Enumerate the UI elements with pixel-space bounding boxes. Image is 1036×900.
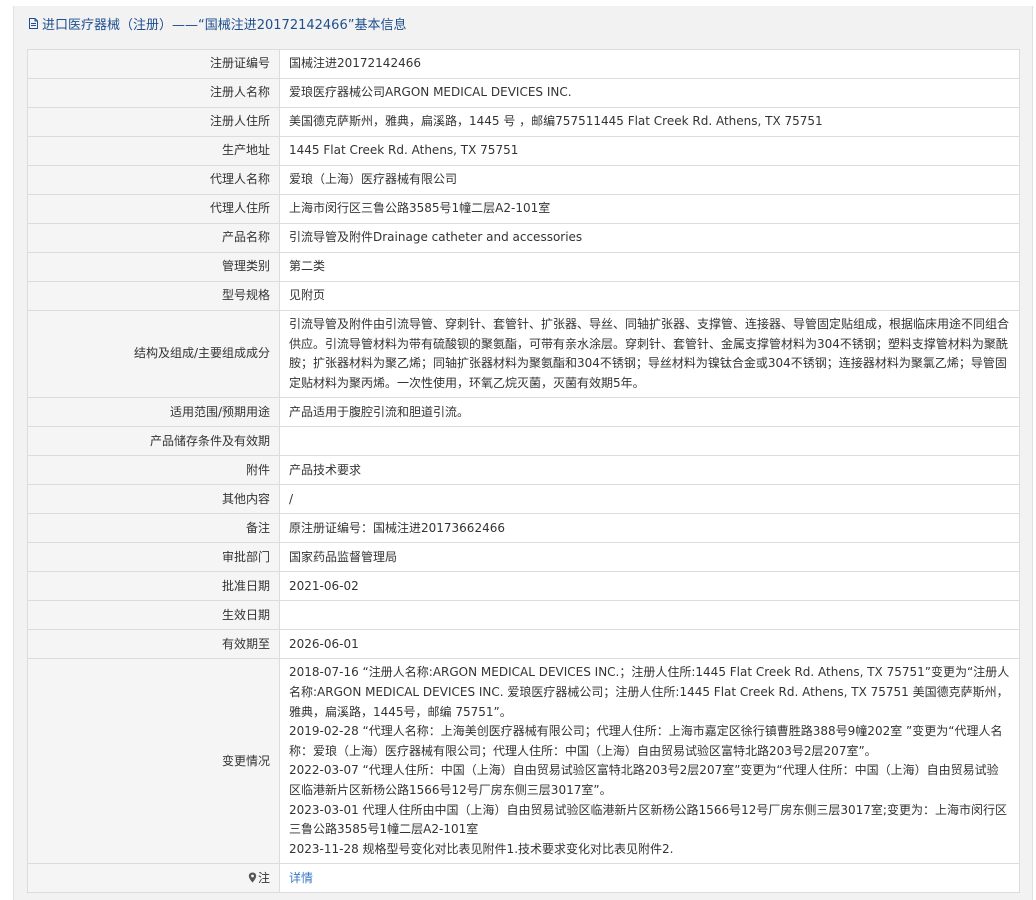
row-label: 生效日期	[27, 600, 280, 631]
map-pin-icon	[248, 872, 257, 883]
change-entry: 2023-11-28 规格型号变化对比表见附件1.技术要求变化对比表见附件2.	[289, 841, 674, 856]
note-value: 详情	[279, 863, 1020, 894]
row-label: 代理人住所	[27, 194, 280, 224]
row-value: 第二类	[279, 252, 1020, 282]
table-row: 附件 产品技术要求	[27, 455, 1020, 486]
row-label: 注册人名称	[27, 78, 280, 108]
table-row: 代理人住所 上海市闵行区三鲁公路3585号1幢二层A2-101室	[27, 194, 1020, 224]
row-value: /	[279, 484, 1020, 515]
row-value: 2026-06-01	[279, 629, 1020, 660]
row-value: 1445 Flat Creek Rd. Athens, TX 75751	[279, 136, 1020, 166]
row-label: 注册人住所	[27, 107, 280, 137]
table-row: 有效期至 2026-06-01	[27, 629, 1020, 660]
page-title: 进口医疗器械（注册）——“国械注进20172142466”基本信息	[42, 17, 407, 33]
row-label: 附件	[27, 455, 280, 486]
row-value: 引流导管及附件Drainage catheter and accessories	[279, 223, 1020, 253]
row-value: 爱琅医疗器械公司ARGON MEDICAL DEVICES INC.	[279, 78, 1020, 108]
row-value: 原注册证编号：国械注进20173662466	[279, 513, 1020, 544]
change-entry: 2022-03-07 “代理人住所：中国（上海）自由贸易试验区富特北路203号2…	[289, 763, 999, 797]
info-table: 注册证编号 国械注进20172142466 注册人名称 爱琅医疗器械公司ARGON M…	[27, 49, 1020, 894]
row-value: 产品适用于腹腔引流和胆道引流。	[279, 397, 1020, 428]
change-entry: 2019-02-28 “代理人名称：上海美创医疗器械有限公司；代理人住所：上海市…	[289, 724, 1003, 758]
row-value: 爱琅（上海）医疗器械有限公司	[279, 165, 1020, 195]
table-row: 注册人名称 爱琅医疗器械公司ARGON MEDICAL DEVICES INC.	[27, 78, 1020, 108]
row-value: 见附页	[279, 281, 1020, 311]
table-row: 备注 原注册证编号：国械注进20173662466	[27, 513, 1020, 544]
table-row: 适用范围/预期用途 产品适用于腹腔引流和胆道引流。	[27, 397, 1020, 428]
info-panel: 进口医疗器械（注册）——“国械注进20172142466”基本信息 注册证编号国…	[13, 6, 1033, 900]
note-label: 注	[257, 870, 270, 885]
table-row: 结构及组成/主要组成成分 引流导管及附件由引流导管、穿刺针、套管针、扩张器、导丝、…	[27, 309, 1020, 399]
row-label: 结构及组成/主要组成成分	[27, 309, 280, 399]
table-row: 代理人名称 爱琅（上海）医疗器械有限公司	[27, 165, 1020, 195]
table-row: 审批部门 国家药品监督管理局	[27, 542, 1020, 573]
row-label: 批准日期	[27, 571, 280, 602]
row-label: 有效期至	[27, 629, 280, 660]
row-label: 产品储存条件及有效期	[27, 426, 280, 457]
table-row: 生产地址 1445 Flat Creek Rd. Athens, TX 75751	[27, 136, 1020, 166]
row-value	[279, 426, 1020, 457]
row-value: 国械注进20172142466	[279, 49, 1020, 79]
row-value: 2021-06-02	[279, 571, 1020, 602]
row-label: 管理类别	[27, 252, 280, 282]
note-row: 注 详情	[27, 863, 1020, 894]
change-history-row: 变更情况 2018-07-16 “注册人名称:ARGON MEDICAL DEVI…	[27, 658, 1020, 865]
change-entry: 2023-03-01 代理人住所由中国（上海）自由贸易试验区临港新片区新杨公路1…	[289, 802, 1007, 837]
row-label: 其他内容	[27, 484, 280, 515]
row-value: 上海市闵行区三鲁公路3585号1幢二层A2-101室	[279, 194, 1020, 224]
note-label-cell: 注	[27, 863, 280, 894]
row-value: 引流导管及附件由引流导管、穿刺针、套管针、扩张器、导丝、同轴扩张器、支撑管、连接…	[279, 309, 1020, 399]
row-value	[279, 600, 1020, 631]
table-row: 注册证编号 国械注进20172142466	[27, 49, 1020, 79]
document-icon	[27, 17, 40, 30]
table-row: 产品名称 引流导管及附件Drainage catheter and accesso…	[27, 223, 1020, 253]
table-row: 生效日期	[27, 600, 1020, 631]
details-link[interactable]: 详情	[289, 871, 313, 885]
row-value: 产品技术要求	[279, 455, 1020, 486]
row-label: 代理人名称	[27, 165, 280, 195]
table-row: 产品储存条件及有效期	[27, 426, 1020, 457]
row-label: 型号规格	[27, 281, 280, 311]
row-label: 适用范围/预期用途	[27, 397, 280, 428]
table-row: 型号规格 见附页	[27, 281, 1020, 311]
row-label: 审批部门	[27, 542, 280, 573]
row-label: 产品名称	[27, 223, 280, 253]
row-value: 美国德克萨斯州，雅典，扁溪路，1445 号 ，邮编757511445 Flat …	[279, 107, 1020, 137]
change-history-label: 变更情况	[27, 658, 280, 865]
table-row: 注册人住所 美国德克萨斯州，雅典，扁溪路，1445 号 ，邮编757511445 …	[27, 107, 1020, 137]
change-entry: 2018-07-16 “注册人名称:ARGON MEDICAL DEVICES …	[289, 665, 1010, 719]
change-history-value: 2018-07-16 “注册人名称:ARGON MEDICAL DEVICES …	[279, 658, 1020, 865]
table-row: 其他内容 /	[27, 484, 1020, 515]
row-value: 国家药品监督管理局	[279, 542, 1020, 573]
table-row: 批准日期 2021-06-02	[27, 571, 1020, 602]
row-label: 注册证编号	[27, 49, 280, 79]
row-label: 生产地址	[27, 136, 280, 166]
row-label: 备注	[27, 513, 280, 544]
table-row: 管理类别 第二类	[27, 252, 1020, 282]
title-bar: 进口医疗器械（注册）——“国械注进20172142466”基本信息	[14, 6, 1032, 40]
